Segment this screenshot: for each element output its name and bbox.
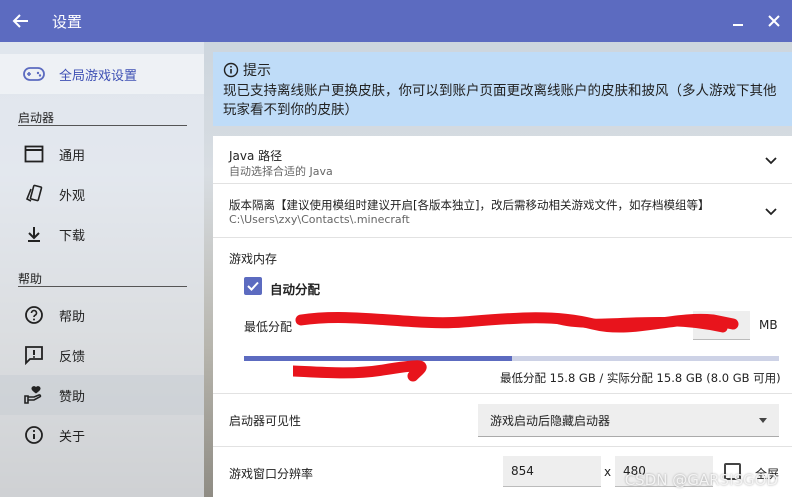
sidebar: 全局游戏设置 启动器 通用 外观 下载 帮助 帮助 反馈 赞助 关于 bbox=[0, 42, 204, 497]
watermark-text: CSDN @GARSISGOD bbox=[624, 471, 778, 489]
window-icon bbox=[23, 143, 45, 165]
info-icon bbox=[223, 62, 239, 78]
sidebar-item-about[interactable]: 关于 bbox=[0, 415, 204, 455]
cards-icon bbox=[23, 183, 45, 205]
back-button[interactable] bbox=[0, 0, 42, 42]
section-launcher-heading: 启动器 bbox=[18, 111, 55, 125]
launcher-visibility-value: 游戏启动后隐藏启动器 bbox=[490, 413, 611, 428]
resolution-separator: x bbox=[604, 465, 612, 479]
chevron-down-icon[interactable] bbox=[764, 153, 778, 167]
version-isolation-title: 版本隔离【建议使用模组时建议开启[各版本独立]，改后需移动相关游戏文件，如存档模… bbox=[229, 198, 710, 212]
sidebar-item-general[interactable]: 通用 bbox=[0, 134, 204, 174]
divider bbox=[18, 125, 187, 126]
sidebar-item-label: 外观 bbox=[59, 188, 86, 204]
arrow-left-icon bbox=[12, 14, 28, 28]
sidebar-item-global-settings[interactable]: 全局游戏设置 bbox=[0, 54, 204, 94]
sidebar-item-appearance[interactable]: 外观 bbox=[0, 174, 204, 214]
java-path-title: Java 路径 bbox=[229, 149, 283, 163]
sidebar-item-label: 关于 bbox=[59, 429, 86, 445]
heart-hand-icon bbox=[23, 384, 45, 406]
gamepad-icon bbox=[23, 63, 45, 85]
close-icon bbox=[768, 15, 780, 27]
auto-allocate-label: 自动分配 bbox=[270, 282, 321, 297]
sidebar-item-feedback[interactable]: 反馈 bbox=[0, 335, 204, 375]
sidebar-item-label: 反馈 bbox=[59, 349, 86, 365]
tip-title-row: 提示 bbox=[223, 60, 271, 80]
launcher-visibility-select[interactable]: 游戏启动后隐藏启动器 bbox=[478, 404, 779, 437]
java-path-row[interactable]: Java 路径 自动选择合适的 Java bbox=[213, 136, 792, 184]
redaction-scribble bbox=[293, 311, 739, 382]
feedback-icon bbox=[23, 344, 45, 366]
resolution-label: 游戏窗口分辨率 bbox=[229, 467, 314, 481]
memory-unit: MB bbox=[759, 318, 778, 332]
sidebar-item-help[interactable]: 帮助 bbox=[0, 295, 204, 335]
java-path-subtitle: 自动选择合适的 Java bbox=[229, 165, 333, 178]
settings-panel: Java 路径 自动选择合适的 Java 版本隔离【建议使用模组时建议开启[各版… bbox=[213, 136, 792, 497]
tip-box: 提示 现已支持离线账户更换皮肤，你可以到账户页面更改离线账户的皮肤和披风（多人游… bbox=[213, 52, 792, 126]
info-icon bbox=[23, 424, 45, 446]
sidebar-item-sponsor[interactable]: 赞助 bbox=[0, 375, 204, 415]
tip-title: 提示 bbox=[243, 63, 271, 79]
window-controls bbox=[720, 0, 792, 42]
min-allocation-label: 最低分配 bbox=[244, 320, 293, 334]
sidebar-item-label: 通用 bbox=[59, 148, 86, 164]
minimize-button[interactable] bbox=[720, 0, 756, 42]
check-icon bbox=[247, 281, 259, 291]
resolution-width-value: 854 bbox=[511, 464, 534, 478]
download-icon bbox=[23, 223, 45, 245]
close-button[interactable] bbox=[756, 0, 792, 42]
launcher-visibility-label: 启动器可见性 bbox=[229, 414, 302, 428]
minimize-icon bbox=[733, 24, 743, 26]
resolution-width-input[interactable]: 854 bbox=[503, 456, 601, 487]
title-bar: 设置 bbox=[0, 0, 792, 42]
sidebar-item-label: 下载 bbox=[59, 228, 86, 244]
sidebar-item-label: 全局游戏设置 bbox=[59, 68, 138, 84]
sidebar-item-label: 赞助 bbox=[59, 389, 86, 405]
sidebar-item-download[interactable]: 下载 bbox=[0, 214, 204, 254]
version-isolation-path: C:\Users\zxy\Contacts\.minecraft bbox=[229, 213, 410, 226]
version-isolation-row[interactable]: 版本隔离【建议使用模组时建议开启[各版本独立]，改后需移动相关游戏文件，如存档模… bbox=[213, 184, 792, 238]
chevron-down-icon[interactable] bbox=[764, 204, 778, 218]
sidebar-item-label: 帮助 bbox=[59, 309, 86, 325]
help-circle-icon bbox=[23, 304, 45, 326]
tip-text: 现已支持离线账户更换皮肤，你可以到账户页面更改离线账户的皮肤和披风（多人游戏下其… bbox=[223, 83, 777, 118]
divider bbox=[18, 286, 187, 287]
caret-down-icon bbox=[759, 418, 767, 423]
section-help-heading: 帮助 bbox=[18, 272, 43, 286]
auto-allocate-checkbox[interactable] bbox=[244, 277, 262, 295]
window-title: 设置 bbox=[52, 12, 83, 31]
memory-title: 游戏内存 bbox=[229, 252, 278, 266]
